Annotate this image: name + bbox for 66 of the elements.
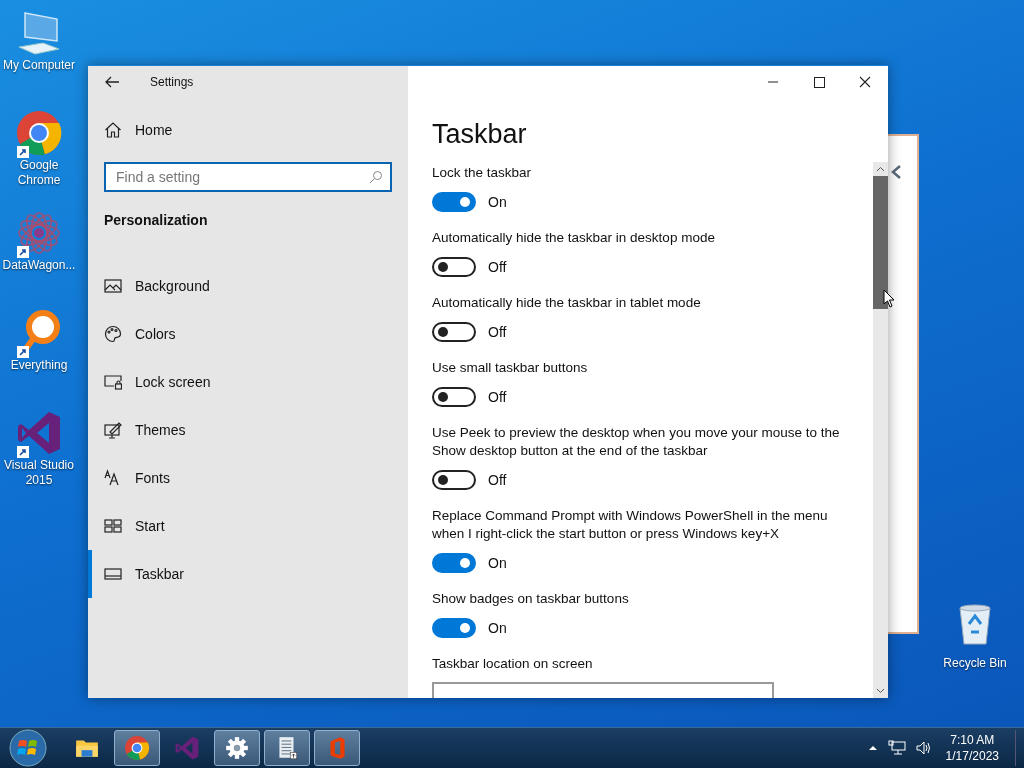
sidebar-item[interactable]: Colors: [88, 310, 408, 358]
setting-label: Show badges on taskbar buttons: [432, 590, 630, 608]
desktop-icon-label[interactable]: DataWagon...: [0, 258, 78, 273]
network-pattern-icon: [15, 209, 63, 257]
search-field[interactable]: Find a setting: [104, 162, 392, 192]
grid-icon: [104, 517, 122, 535]
desktop-icon-label[interactable]: Everything: [0, 358, 78, 373]
lock-screen-icon: [104, 373, 122, 391]
pen-monitor-icon: [104, 421, 122, 439]
taskbar-button[interactable]: [264, 730, 310, 766]
setting-label: Use small taskbar buttons: [432, 359, 589, 377]
chevron-icon[interactable]: [890, 164, 902, 180]
clock[interactable]: 7:10 AM 1/17/2023: [945, 732, 999, 764]
chrome-icon: [15, 109, 63, 157]
sidebar-item[interactable]: Background: [88, 262, 408, 310]
scrollbar[interactable]: [873, 162, 888, 698]
sidebar-item[interactable]: Themes: [88, 406, 408, 454]
window-title: Settings: [150, 75, 194, 89]
toggle-switch[interactable]: [432, 192, 476, 212]
toggle-switch[interactable]: [432, 322, 476, 342]
taskbar-button[interactable]: [214, 730, 260, 766]
sidebar-item[interactable]: Fonts: [88, 454, 408, 502]
toggle-switch[interactable]: [432, 618, 476, 638]
speaker-icon[interactable]: [915, 740, 932, 756]
back-arrow-icon[interactable]: [104, 74, 120, 90]
visual-studio-icon: [174, 735, 200, 761]
setting-label: Automatically hide the taskbar in desktop mode: [432, 229, 716, 247]
desktop-icon-label[interactable]: Google Chrome: [0, 158, 78, 188]
gear-icon: [224, 735, 250, 761]
section-heading: Personalization: [103, 211, 209, 228]
caret-up-icon[interactable]: [867, 743, 878, 753]
setting-label: Replace Command Prompt with Windows PowerShell in the menu when I right-click the start button or press Windows key+X: [432, 507, 829, 543]
page-heading: Taskbar: [432, 119, 528, 150]
desktop-icon-label[interactable]: Recycle Bin: [936, 656, 1014, 671]
fonts-icon: [104, 469, 122, 487]
palette-icon: [104, 325, 122, 343]
toggle-switch[interactable]: [432, 470, 476, 490]
home-icon: [104, 121, 122, 139]
toggle-switch[interactable]: [432, 257, 476, 277]
setting-label: Use Peek to preview the desktop when you move your mouse to the Show desktop button at the end of the taskbar: [432, 424, 841, 460]
toggle-state: On: [488, 620, 507, 636]
desktop-icon-label[interactable]: Visual Studio 2015: [0, 458, 78, 488]
home-link[interactable]: Home: [135, 122, 173, 138]
toggle-state: On: [488, 194, 507, 210]
taskbar-icon: [104, 565, 122, 583]
toggle-switch[interactable]: [432, 387, 476, 407]
setting-label: Taskbar location on screen: [432, 655, 594, 673]
sidebar-item[interactable]: Lock screen: [88, 358, 408, 406]
network-icon[interactable]: [887, 740, 906, 756]
start-button[interactable]: [8, 728, 48, 768]
setting-label: Automatically hide the taskbar in tablet mode: [432, 294, 702, 312]
chrome-icon: [124, 735, 150, 761]
toggle-switch[interactable]: [432, 553, 476, 573]
search-icon: [369, 170, 383, 184]
toggle-state: Off: [488, 324, 507, 340]
scroll-thumb[interactable]: [873, 176, 888, 309]
toggle-state: Off: [488, 472, 507, 488]
picture-frame-icon: [104, 277, 122, 295]
toggle-state: Off: [488, 389, 507, 405]
sidebar-item[interactable]: Start: [88, 502, 408, 550]
taskbar-button[interactable]: [114, 730, 160, 766]
visual-studio-icon: [15, 409, 63, 457]
toggle-state: On: [488, 555, 507, 571]
setting-label: Lock the taskbar: [432, 164, 533, 182]
toggle-state: Off: [488, 259, 507, 275]
desktop-icon-label[interactable]: My Computer: [0, 58, 78, 73]
